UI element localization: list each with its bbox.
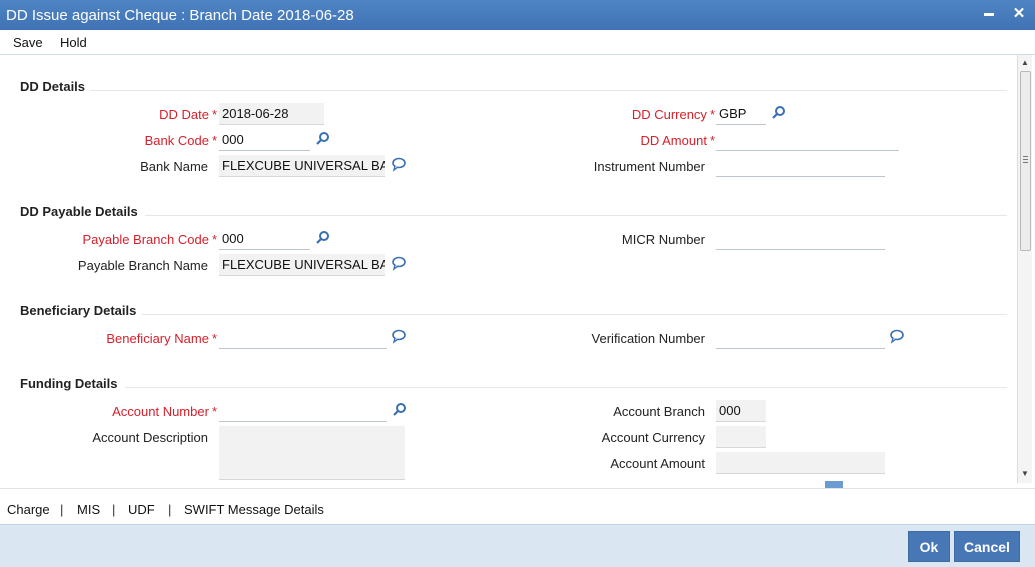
- grip-line: [1023, 156, 1028, 157]
- window-title: DD Issue against Cheque : Branch Date 20…: [6, 7, 354, 24]
- minimize-icon[interactable]: ▬: [978, 3, 1000, 25]
- section-divider: [142, 314, 1007, 315]
- link-separator: |: [60, 502, 64, 517]
- link-separator: |: [112, 502, 116, 517]
- cancel-button[interactable]: Cancel: [954, 531, 1020, 562]
- mis-link[interactable]: MIS: [77, 502, 100, 517]
- verification-number-input[interactable]: [716, 327, 885, 349]
- link-separator: |: [168, 502, 172, 517]
- micr-number-label: MICR Number: [621, 232, 705, 247]
- search-icon[interactable]: [392, 402, 408, 418]
- payable-branch-code-label: Payable Branch Code *: [82, 232, 217, 247]
- charge-link[interactable]: Charge: [7, 502, 50, 517]
- dd-amount-label: DD Amount *: [640, 133, 715, 148]
- scroll-up-arrow-icon[interactable]: ▲: [1021, 58, 1029, 67]
- account-amount-field[interactable]: [716, 452, 885, 474]
- dd-currency-label: DD Currency *: [631, 107, 715, 122]
- instrument-number-label: Instrument Number: [593, 159, 705, 174]
- bank-code-label: Bank Code *: [144, 133, 217, 148]
- payable-branch-name-field[interactable]: FLEXCUBE UNIVERSAL BA: [219, 254, 385, 276]
- vertical-scrollbar[interactable]: ▲ ▼: [1017, 55, 1032, 483]
- hold-button[interactable]: Hold: [60, 35, 87, 50]
- scrollbar-thumb[interactable]: [1020, 71, 1031, 251]
- scroll-down-arrow-icon[interactable]: ▼: [1021, 469, 1029, 478]
- section-divider: [125, 387, 1007, 388]
- speech-bubble-icon[interactable]: [391, 255, 407, 271]
- bank-name-field[interactable]: FLEXCUBE UNIVERSAL BA: [219, 155, 385, 177]
- dd-currency-input[interactable]: GBP: [716, 103, 766, 125]
- section-dd-details: DD Details: [20, 79, 86, 94]
- grip-line: [1023, 159, 1028, 160]
- payable-branch-name-label: Payable Branch Name: [77, 258, 208, 273]
- account-description-label: Account Description: [92, 430, 208, 445]
- account-number-label: Account Number *: [112, 404, 217, 419]
- action-bar: Ok Cancel: [0, 524, 1035, 567]
- payable-branch-code-input[interactable]: 000: [219, 228, 310, 250]
- section-funding-details: Funding Details: [20, 376, 118, 391]
- account-branch-field[interactable]: 000: [716, 400, 766, 422]
- section-divider: [145, 215, 1007, 216]
- swift-message-details-link[interactable]: SWIFT Message Details: [184, 502, 324, 517]
- account-amount-label: Account Amount: [610, 456, 705, 471]
- account-currency-field[interactable]: [716, 426, 766, 448]
- verification-number-label: Verification Number: [591, 331, 705, 346]
- toolbar: Save Hold: [0, 30, 1035, 55]
- bank-code-input[interactable]: 000: [219, 129, 310, 151]
- instrument-number-input[interactable]: [716, 155, 885, 177]
- beneficiary-name-input[interactable]: [219, 327, 387, 349]
- search-icon[interactable]: [771, 105, 787, 121]
- section-beneficiary-details: Beneficiary Details: [20, 303, 137, 318]
- account-number-input[interactable]: [219, 400, 387, 422]
- dd-amount-input[interactable]: [716, 129, 899, 151]
- speech-bubble-icon[interactable]: [391, 156, 407, 172]
- close-icon[interactable]: ✕: [1008, 3, 1030, 25]
- partially-visible-calendar-icon[interactable]: [825, 481, 843, 488]
- save-button[interactable]: Save: [13, 35, 43, 50]
- subsystem-links: Charge | MIS | UDF | SWIFT Message Detai…: [0, 488, 1035, 524]
- search-icon[interactable]: [315, 131, 331, 147]
- form-content: DD Details DD Date * 2018-06-28 Bank Code…: [0, 55, 1017, 488]
- dd-date-field[interactable]: 2018-06-28: [219, 103, 324, 125]
- speech-bubble-icon[interactable]: [391, 328, 407, 344]
- account-currency-label: Account Currency: [601, 430, 705, 445]
- speech-bubble-icon[interactable]: [889, 328, 905, 344]
- micr-number-input[interactable]: [716, 228, 885, 250]
- beneficiary-name-label: Beneficiary Name *: [106, 331, 217, 346]
- udf-link[interactable]: UDF: [128, 502, 155, 517]
- bank-name-label: Bank Name: [140, 159, 208, 174]
- search-icon[interactable]: [315, 230, 331, 246]
- section-divider: [90, 90, 1007, 91]
- ok-button[interactable]: Ok: [908, 531, 950, 562]
- dd-date-label: DD Date *: [159, 107, 217, 122]
- grip-line: [1023, 162, 1028, 163]
- window-titlebar: DD Issue against Cheque : Branch Date 20…: [0, 0, 1035, 30]
- account-description-field[interactable]: [219, 426, 405, 480]
- section-dd-payable-details: DD Payable Details: [20, 204, 138, 219]
- account-branch-label: Account Branch: [613, 404, 705, 419]
